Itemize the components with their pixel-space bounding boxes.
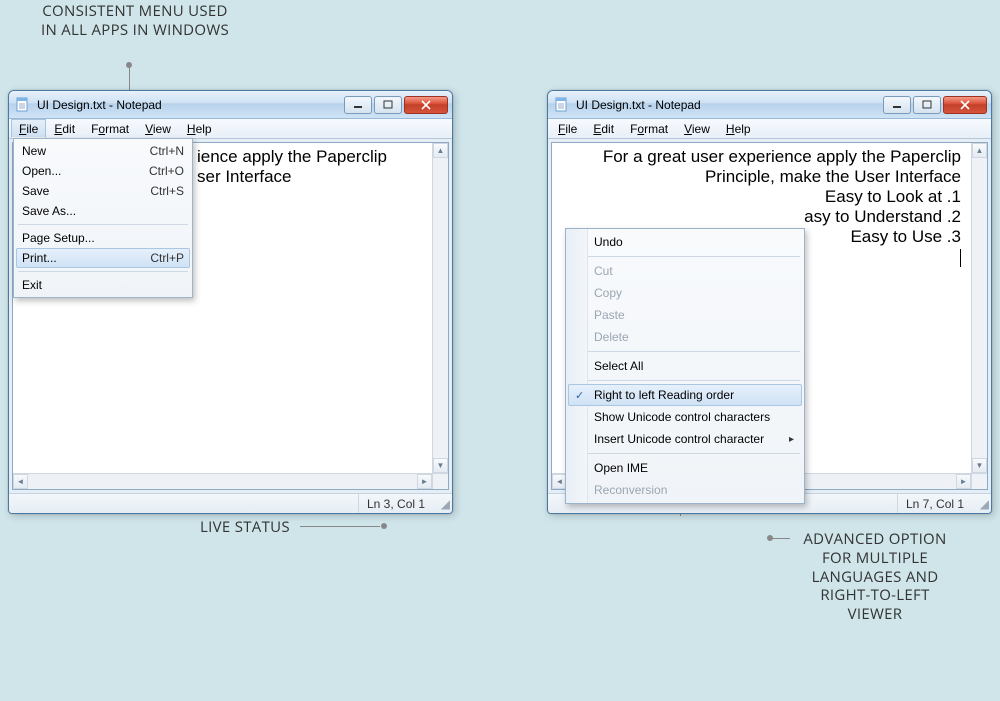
- close-button[interactable]: [943, 96, 987, 114]
- menu-format[interactable]: Format: [622, 119, 676, 138]
- horizontal-scrollbar[interactable]: ◄ ►: [13, 473, 432, 489]
- statusbar: Ln 3, Col 1 ◢: [9, 493, 452, 513]
- menu-item-save-as[interactable]: Save As...: [16, 201, 190, 221]
- context-item-open-ime[interactable]: Open IME: [568, 457, 802, 479]
- status-position: Ln 3, Col 1: [358, 494, 438, 513]
- menu-separator: [570, 351, 800, 352]
- menu-separator: [18, 271, 188, 272]
- menu-separator: [570, 453, 800, 454]
- menu-view[interactable]: View: [137, 119, 179, 138]
- window-title: UI Design.txt - Notepad: [37, 98, 338, 112]
- context-item-select-all[interactable]: Select All: [568, 355, 802, 377]
- context-item-insert-unicode[interactable]: Insert Unicode control character▸: [568, 428, 802, 450]
- notepad-icon: [15, 97, 31, 113]
- menu-item-print[interactable]: Print...Ctrl+P: [16, 248, 190, 268]
- scroll-left-icon[interactable]: ◄: [13, 474, 28, 489]
- scroll-down-icon[interactable]: ▼: [433, 458, 448, 473]
- window-controls: [883, 96, 987, 114]
- vertical-scrollbar[interactable]: ▲ ▼: [971, 143, 987, 473]
- close-button[interactable]: [404, 96, 448, 114]
- scroll-down-icon[interactable]: ▼: [972, 458, 987, 473]
- menubar: File Edit Format View Help: [9, 119, 452, 139]
- scroll-corner: [432, 473, 448, 489]
- resize-grip-icon[interactable]: ◢: [977, 494, 991, 513]
- context-item-show-unicode[interactable]: Show Unicode control characters: [568, 406, 802, 428]
- menu-item-exit[interactable]: Exit: [16, 275, 190, 295]
- context-item-cut[interactable]: Cut: [568, 260, 802, 282]
- annotation-menu: CONSISTENT MENU USED IN ALL APPS IN WIND…: [40, 2, 230, 40]
- minimize-button[interactable]: [883, 96, 911, 114]
- text-line: For a great user experience apply the Pa…: [558, 147, 961, 167]
- checkmark-icon: ✓: [575, 389, 584, 402]
- menu-file[interactable]: File: [11, 119, 46, 138]
- menu-separator: [570, 380, 800, 381]
- callout-dot: [381, 523, 387, 529]
- context-item-delete[interactable]: Delete: [568, 326, 802, 348]
- scroll-corner: [971, 473, 987, 489]
- callout-dot: [767, 535, 773, 541]
- context-item-undo[interactable]: Undo: [568, 231, 802, 253]
- callout-line: [300, 526, 380, 527]
- window-title: UI Design.txt - Notepad: [576, 98, 877, 112]
- menu-help[interactable]: Help: [718, 119, 759, 138]
- status-position: Ln 7, Col 1: [897, 494, 977, 513]
- menu-format[interactable]: Format: [83, 119, 137, 138]
- text-line: asy to Understand .2: [558, 207, 961, 227]
- window-controls: [344, 96, 448, 114]
- context-item-rtl[interactable]: ✓ Right to left Reading order: [568, 384, 802, 406]
- resize-grip-icon[interactable]: ◢: [438, 494, 452, 513]
- callout-line: [129, 66, 130, 90]
- text-line: Principle, make the User Interface: [558, 167, 961, 187]
- text-line: ser Interface: [197, 167, 442, 187]
- menu-item-page-setup[interactable]: Page Setup...: [16, 228, 190, 248]
- submenu-arrow-icon: ▸: [789, 434, 794, 445]
- context-menu: Undo Cut Copy Paste Delete Select All ✓ …: [565, 228, 805, 504]
- context-item-reconversion[interactable]: Reconversion: [568, 479, 802, 501]
- menu-separator: [570, 256, 800, 257]
- scroll-up-icon[interactable]: ▲: [433, 143, 448, 158]
- callout-dot: [126, 62, 132, 68]
- menu-separator: [18, 224, 188, 225]
- scroll-up-icon[interactable]: ▲: [972, 143, 987, 158]
- minimize-button[interactable]: [344, 96, 372, 114]
- notepad-window-left: UI Design.txt - Notepad File Edit Format…: [8, 90, 453, 514]
- menu-view[interactable]: View: [676, 119, 718, 138]
- menu-item-save[interactable]: SaveCtrl+S: [16, 181, 190, 201]
- menu-item-open[interactable]: Open...Ctrl+O: [16, 161, 190, 181]
- callout-line: [772, 538, 790, 539]
- annotation-rtl: ADVANCED OPTION FOR MULTIPLE LANGUAGES A…: [795, 530, 955, 624]
- maximize-button[interactable]: [374, 96, 402, 114]
- text-caret: [960, 249, 961, 267]
- scroll-right-icon[interactable]: ►: [956, 474, 971, 489]
- vertical-scrollbar[interactable]: ▲ ▼: [432, 143, 448, 473]
- file-menu-dropdown: NewCtrl+N Open...Ctrl+O SaveCtrl+S Save …: [13, 138, 193, 298]
- menu-file[interactable]: File: [550, 119, 585, 138]
- titlebar[interactable]: UI Design.txt - Notepad: [9, 91, 452, 119]
- text-line: ience apply the Paperclip: [197, 147, 442, 167]
- text-line: Easy to Look at .1: [558, 187, 961, 207]
- menu-edit[interactable]: Edit: [585, 119, 622, 138]
- maximize-button[interactable]: [913, 96, 941, 114]
- menu-item-new[interactable]: NewCtrl+N: [16, 141, 190, 161]
- notepad-icon: [554, 97, 570, 113]
- titlebar[interactable]: UI Design.txt - Notepad: [548, 91, 991, 119]
- menubar: File Edit Format View Help: [548, 119, 991, 139]
- context-item-paste[interactable]: Paste: [568, 304, 802, 326]
- menu-help[interactable]: Help: [179, 119, 220, 138]
- menu-edit[interactable]: Edit: [46, 119, 83, 138]
- scroll-right-icon[interactable]: ►: [417, 474, 432, 489]
- context-item-copy[interactable]: Copy: [568, 282, 802, 304]
- annotation-live-status: LIVE STATUS: [200, 518, 290, 537]
